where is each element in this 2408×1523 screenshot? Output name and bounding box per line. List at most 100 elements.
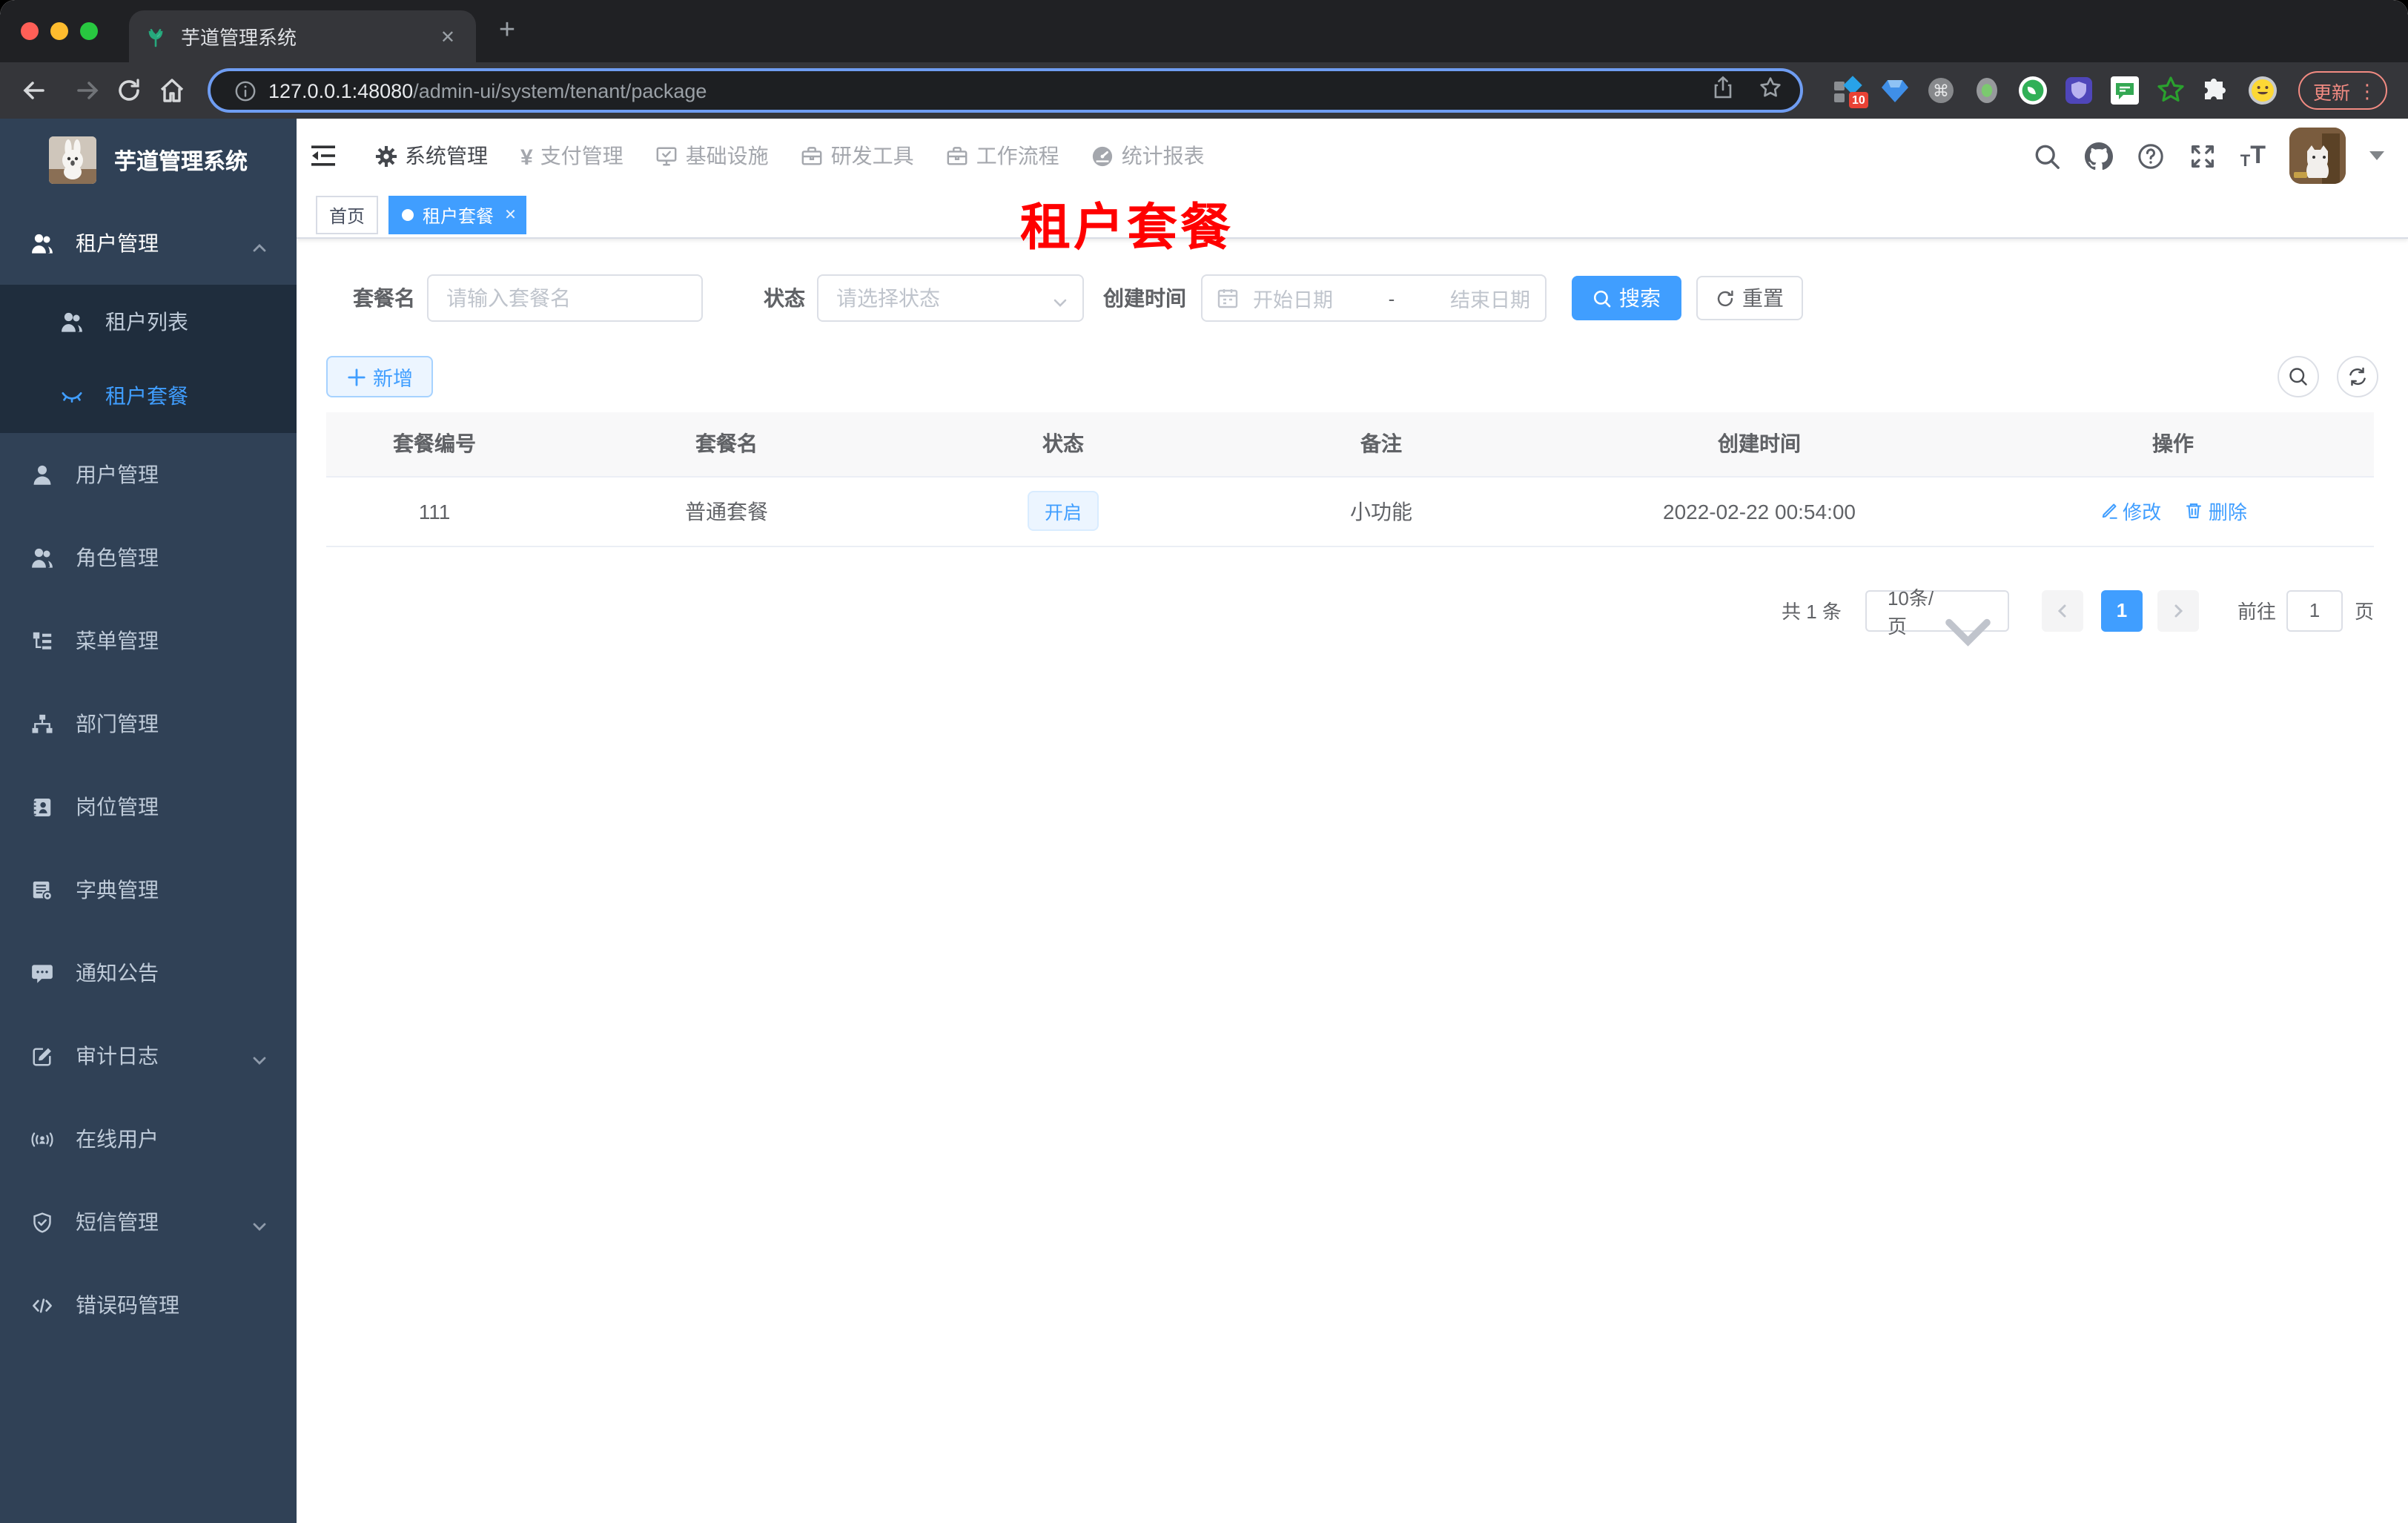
sidebar-item-notice[interactable]: 通知公告 <box>0 931 297 1014</box>
top-menu-infrastructure[interactable]: 基础设施 <box>640 119 785 193</box>
top-menu: 系统管理 ¥ 支付管理 基础设施 研发工具 工作流程 统计报表 <box>359 119 1221 193</box>
monitor-check-icon <box>656 145 678 167</box>
github-icon[interactable] <box>2084 142 2113 170</box>
bookmark-star-icon[interactable] <box>1759 75 1782 106</box>
search-button-label: 搜索 <box>1619 286 1661 310</box>
reload-icon[interactable] <box>114 76 144 105</box>
favicon-plant-icon <box>144 24 168 48</box>
url-bar[interactable]: 127.0.0.1:48080/admin-ui/system/tenant/p… <box>208 68 1803 113</box>
goto-page-input[interactable] <box>2286 589 2343 631</box>
browser-update-button[interactable]: 更新 ⋮ <box>2298 71 2388 110</box>
chevron-down-icon <box>1053 291 1068 307</box>
post-icon <box>31 796 53 818</box>
back-icon[interactable] <box>19 76 49 105</box>
sidebar-item-label: 租户管理 <box>76 231 159 255</box>
extension-command-icon[interactable]: ⌘ <box>1926 76 1956 105</box>
fullscreen-icon[interactable] <box>2189 142 2217 170</box>
goto-label: 前往 <box>2237 601 2276 623</box>
start-date-placeholder[interactable]: 开始日期 <box>1253 283 1333 313</box>
browser-menu-icon[interactable]: ⋮ <box>2358 81 2377 100</box>
svg-text:⌘: ⌘ <box>1933 82 1949 101</box>
forward-icon[interactable] <box>73 76 102 105</box>
sidebar-item-label: 角色管理 <box>76 546 159 569</box>
app-logo-rabbit <box>49 136 96 184</box>
end-date-placeholder[interactable]: 结束日期 <box>1450 283 1530 313</box>
avatar-caret-icon[interactable] <box>2369 151 2384 160</box>
help-icon[interactable] <box>2137 142 2165 170</box>
edit-link[interactable]: 修改 <box>2099 497 2161 525</box>
extension-yuque-icon[interactable] <box>2018 76 2048 105</box>
avatar[interactable] <box>2289 128 2346 184</box>
sidebar-item-sms-management[interactable]: 短信管理 <box>0 1180 297 1263</box>
current-page-button[interactable]: 1 <box>2100 589 2143 631</box>
extension-shield-icon[interactable] <box>2064 76 2094 105</box>
browser-tab[interactable]: 芋道管理系统 ✕ <box>129 10 476 62</box>
extension-puzzle-icon[interactable] <box>2202 76 2232 105</box>
sidebar-item-post-management[interactable]: 岗位管理 <box>0 765 297 848</box>
extension-record-icon[interactable] <box>1972 76 2002 105</box>
sidebar-item-dept-management[interactable]: 部门管理 <box>0 682 297 765</box>
sidebar-item-user-management[interactable]: 用户管理 <box>0 433 297 516</box>
status-select[interactable]: 请选择状态 <box>817 274 1084 322</box>
org-tree-icon <box>31 713 53 735</box>
share-icon[interactable] <box>1711 75 1735 106</box>
refresh-button[interactable] <box>2337 356 2378 397</box>
close-window-button[interactable] <box>21 22 39 40</box>
top-menu-payment[interactable]: ¥ 支付管理 <box>504 119 640 193</box>
package-name-input[interactable] <box>427 274 703 322</box>
add-button[interactable]: 新增 <box>326 356 433 397</box>
top-menu-system[interactable]: 系统管理 <box>359 119 504 193</box>
collapse-sidebar-icon[interactable] <box>308 141 338 171</box>
home-icon[interactable] <box>157 76 187 105</box>
tab-close-icon[interactable]: ✕ <box>434 23 461 50</box>
create-time-range-picker[interactable]: 开始日期 - 结束日期 <box>1201 274 1547 322</box>
tag-tenant-package[interactable]: 租户套餐 ✕ <box>388 196 527 234</box>
page-unit-label: 页 <box>2354 601 2374 623</box>
sidebar-item-tenant-package[interactable]: 租户套餐 <box>0 359 297 433</box>
sidebar-item-error-code[interactable]: 错误码管理 <box>0 1263 297 1347</box>
extension-gem-icon[interactable] <box>1880 76 1910 105</box>
extension-badge: 10 <box>1849 92 1868 108</box>
sidebar-item-menu-management[interactable]: 菜单管理 <box>0 599 297 682</box>
page-size-select[interactable]: 10条/页 <box>1865 587 2009 646</box>
url-host: 127.0.0.1:48080 <box>268 79 414 102</box>
maximize-window-button[interactable] <box>80 22 98 40</box>
edit-link-label: 修改 <box>2123 501 2162 523</box>
tag-close-icon[interactable]: ✕ <box>504 207 517 223</box>
sidebar-submenu-tenant: 租户列表 租户套餐 <box>0 285 297 433</box>
top-menu-dev-tools[interactable]: 研发工具 <box>785 119 930 193</box>
sidebar-item-label: 通知公告 <box>76 961 159 985</box>
delete-link[interactable]: 删除 <box>2185 497 2247 525</box>
sidebar-item-tenant-management[interactable]: 租户管理 <box>0 202 297 285</box>
top-menu-label: 研发工具 <box>830 144 914 168</box>
top-menu-reports[interactable]: 统计报表 <box>1076 119 1221 193</box>
extension-chat-icon[interactable] <box>2110 76 2140 105</box>
sidebar-logo-row[interactable]: 芋道管理系统 <box>0 119 297 202</box>
page-size-value: 10条/页 <box>1887 587 1934 637</box>
sidebar-item-role-management[interactable]: 角色管理 <box>0 516 297 599</box>
sidebar-item-label: 租户列表 <box>105 310 188 334</box>
sidebar-item-online-users[interactable]: 在线用户 <box>0 1097 297 1180</box>
site-info-icon[interactable] <box>234 79 257 102</box>
search-icon[interactable] <box>2033 142 2061 170</box>
sidebar-item-audit-log[interactable]: 审计日志 <box>0 1014 297 1097</box>
filter-date-label: 创建时间 <box>1103 286 1186 310</box>
extension-smiley-icon[interactable] <box>2248 76 2278 105</box>
minimize-window-button[interactable] <box>50 22 68 40</box>
top-menu-workflow[interactable]: 工作流程 <box>930 119 1076 193</box>
sidebar-item-tenant-list[interactable]: 租户列表 <box>0 285 297 359</box>
navbar-right: TT <box>2033 128 2408 184</box>
sidebar-item-label: 在线用户 <box>76 1127 159 1151</box>
sidebar-item-dict-management[interactable]: 字典管理 <box>0 848 297 931</box>
user-icon <box>31 463 53 486</box>
toggle-search-button[interactable] <box>2278 356 2319 397</box>
tag-home[interactable]: 首页 <box>316 196 379 234</box>
reset-button[interactable]: 重置 <box>1696 276 1803 320</box>
font-size-icon[interactable]: TT <box>2240 141 2266 171</box>
prev-page-button[interactable] <box>2041 589 2083 631</box>
new-tab-button[interactable]: + <box>489 13 525 49</box>
next-page-button[interactable] <box>2157 589 2199 631</box>
extension-star-icon[interactable] <box>2156 76 2186 105</box>
search-button[interactable]: 搜索 <box>1572 276 1681 320</box>
tag-label: 首页 <box>329 205 366 226</box>
